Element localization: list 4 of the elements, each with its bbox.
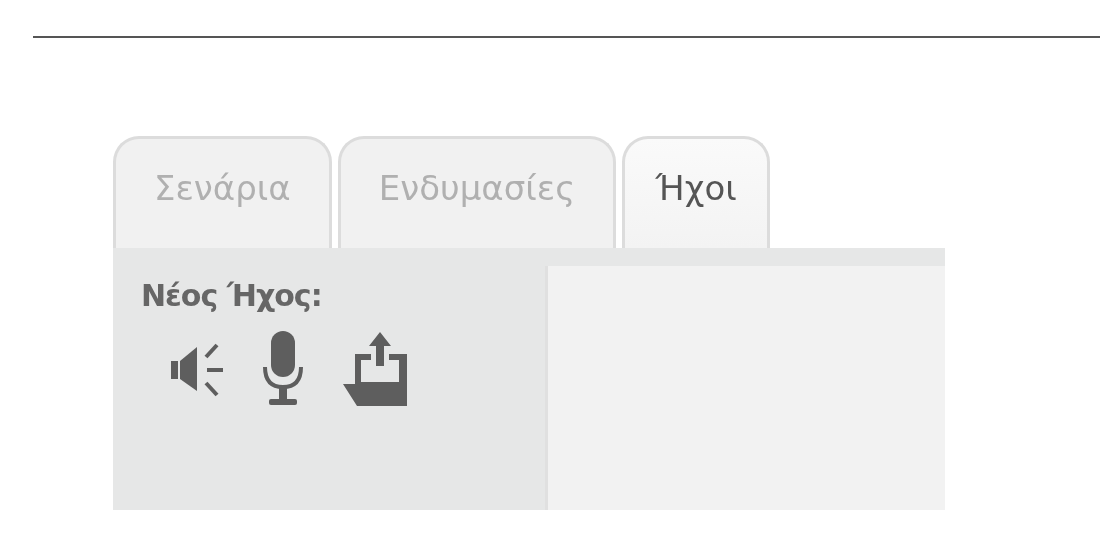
tab[interactable]: Ήχοι: [622, 136, 770, 248]
tab[interactable]: Ενδυμασίες: [337, 136, 617, 248]
tab[interactable]: Σενάρια: [113, 136, 332, 248]
new-sound-label: Νέος Ήχος:: [141, 278, 323, 313]
